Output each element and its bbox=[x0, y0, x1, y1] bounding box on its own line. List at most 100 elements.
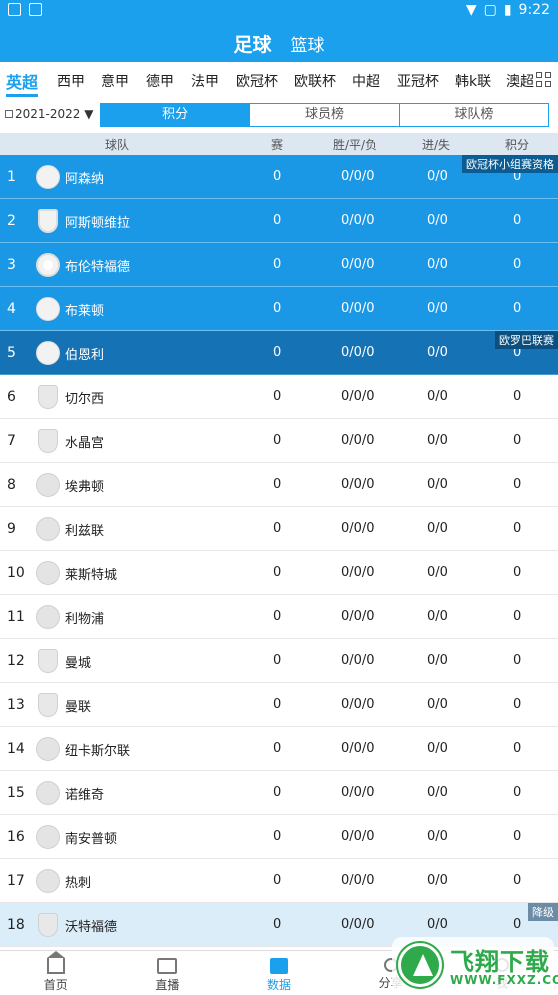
table-row[interactable]: 8 埃弗顿 0 0/0/0 0/0 0 bbox=[0, 463, 558, 507]
league-tab-epl[interactable]: 英超 bbox=[6, 69, 38, 93]
team-name: 诺维奇 bbox=[65, 788, 105, 803]
played-value: 0 bbox=[273, 829, 282, 844]
table-row[interactable]: 16 南安普顿 0 0/0/0 0/0 0 bbox=[0, 815, 558, 859]
row-rank: 16 bbox=[7, 829, 25, 845]
season-selector[interactable]: 2021-2022 ▼ bbox=[5, 107, 93, 121]
table-row[interactable]: 10 莱斯特城 0 0/0/0 0/0 0 bbox=[0, 551, 558, 595]
goals-value: 0/0 bbox=[427, 257, 448, 272]
played-value: 0 bbox=[273, 169, 282, 184]
table-header: 球队 赛 胜/平/负 进/失 积分 bbox=[0, 133, 558, 155]
goals-value: 0/0 bbox=[427, 653, 448, 668]
league-tab-uel[interactable]: 欧联杯 bbox=[294, 71, 336, 91]
segment-standings[interactable]: 积分 bbox=[101, 104, 250, 126]
table-row[interactable]: 1 阿森纳 0 0/0/0 0/0 0 欧冠杯小组赛资格 bbox=[0, 155, 558, 199]
tab-basketball[interactable]: 篮球 bbox=[291, 31, 325, 56]
table-row[interactable]: 4 布莱顿 0 0/0/0 0/0 0 bbox=[0, 287, 558, 331]
goals-value: 0/0 bbox=[427, 565, 448, 580]
sport-switcher: 足球 篮球 bbox=[0, 22, 558, 62]
bar-chart-icon bbox=[269, 958, 288, 974]
team-logo bbox=[36, 561, 60, 585]
home-icon bbox=[46, 951, 65, 974]
table-row[interactable]: 12 曼城 0 0/0/0 0/0 0 bbox=[0, 639, 558, 683]
table-row[interactable]: 5 伯恩利 0 0/0/0 0/0 0 欧罗巴联赛 bbox=[0, 331, 558, 375]
active-tab-indicator bbox=[6, 94, 38, 97]
played-value: 0 bbox=[273, 785, 282, 800]
table-row[interactable]: 13 曼联 0 0/0/0 0/0 0 bbox=[0, 683, 558, 727]
played-value: 0 bbox=[273, 213, 282, 228]
row-rank: 14 bbox=[7, 741, 25, 757]
team-logo bbox=[38, 429, 58, 453]
table-row[interactable]: 7 水晶宫 0 0/0/0 0/0 0 bbox=[0, 419, 558, 463]
tab-home-label: 首页 bbox=[43, 978, 68, 992]
tab-football[interactable]: 足球 bbox=[233, 30, 271, 57]
wdl-value: 0/0/0 bbox=[341, 213, 375, 228]
notification-icon bbox=[8, 3, 21, 16]
dropdown-arrow-icon: ▼ bbox=[84, 107, 94, 121]
table-row[interactable]: 3 布伦特福德 0 0/0/0 0/0 0 bbox=[0, 243, 558, 287]
played-value: 0 bbox=[273, 697, 282, 712]
points-value: 0 bbox=[513, 741, 522, 756]
wdl-value: 0/0/0 bbox=[341, 653, 375, 668]
points-value: 0 bbox=[513, 301, 522, 316]
team-logo bbox=[38, 385, 58, 409]
table-row[interactable]: 2 阿斯顿维拉 0 0/0/0 0/0 0 bbox=[0, 199, 558, 243]
league-tab-ucl[interactable]: 欧冠杯 bbox=[236, 71, 278, 91]
table-row[interactable]: 14 纽卡斯尔联 0 0/0/0 0/0 0 bbox=[0, 727, 558, 771]
team-name: 切尔西 bbox=[65, 392, 105, 407]
goals-value: 0/0 bbox=[427, 477, 448, 492]
team-logo bbox=[36, 869, 60, 893]
team-name: 阿森纳 bbox=[65, 172, 105, 187]
wdl-value: 0/0/0 bbox=[341, 257, 375, 272]
league-tab-ligue1[interactable]: 法甲 bbox=[191, 71, 219, 91]
points-value: 0 bbox=[513, 213, 522, 228]
team-name: 纽卡斯尔联 bbox=[65, 744, 131, 759]
ranking-segment-control: 积分 球员榜 球队榜 bbox=[100, 103, 549, 127]
goals-value: 0/0 bbox=[427, 345, 448, 360]
wdl-value: 0/0/0 bbox=[341, 829, 375, 844]
table-row[interactable]: 6 切尔西 0 0/0/0 0/0 0 bbox=[0, 375, 558, 419]
team-logo bbox=[36, 473, 60, 497]
row-rank: 13 bbox=[7, 697, 25, 713]
table-row[interactable]: 17 热刺 0 0/0/0 0/0 0 bbox=[0, 859, 558, 903]
wdl-value: 0/0/0 bbox=[341, 565, 375, 580]
team-logo bbox=[38, 649, 58, 673]
league-tab-seriea[interactable]: 意甲 bbox=[101, 71, 129, 91]
played-value: 0 bbox=[273, 433, 282, 448]
row-rank: 9 bbox=[7, 521, 16, 537]
wdl-value: 0/0/0 bbox=[341, 389, 375, 404]
team-logo bbox=[36, 825, 60, 849]
wdl-value: 0/0/0 bbox=[341, 873, 375, 888]
table-row[interactable]: 15 诺维奇 0 0/0/0 0/0 0 bbox=[0, 771, 558, 815]
row-rank: 7 bbox=[7, 433, 16, 449]
row-rank: 18 bbox=[7, 917, 25, 933]
league-tab-laliga[interactable]: 西甲 bbox=[57, 71, 85, 91]
goals-value: 0/0 bbox=[427, 829, 448, 844]
video-camera-icon bbox=[157, 958, 178, 974]
points-value: 0 bbox=[513, 257, 522, 272]
tab-home[interactable]: 首页 bbox=[0, 951, 112, 995]
league-tab-bundesliga[interactable]: 德甲 bbox=[146, 71, 174, 91]
league-tab-kleague[interactable]: 韩k联 bbox=[455, 71, 491, 91]
league-tab-acl[interactable]: 亚冠杯 bbox=[397, 71, 439, 91]
league-tab-csl[interactable]: 中超 bbox=[352, 71, 380, 91]
team-name: 水晶宫 bbox=[65, 436, 105, 451]
tab-live[interactable]: 直播 bbox=[112, 951, 224, 995]
wdl-value: 0/0/0 bbox=[341, 697, 375, 712]
grid-menu-icon[interactable] bbox=[536, 72, 552, 88]
wdl-value: 0/0/0 bbox=[341, 169, 375, 184]
league-tab-aleague[interactable]: 澳超 bbox=[506, 71, 534, 91]
tab-data[interactable]: 数据 bbox=[223, 951, 335, 995]
segment-player-rank[interactable]: 球员榜 bbox=[249, 104, 398, 126]
header-wdl: 胜/平/负 bbox=[333, 138, 378, 152]
team-logo bbox=[38, 913, 58, 937]
wdl-value: 0/0/0 bbox=[341, 917, 375, 932]
watermark-url: WWW.FXXZ.COM bbox=[450, 973, 558, 987]
goals-value: 0/0 bbox=[427, 697, 448, 712]
table-row[interactable]: 9 利兹联 0 0/0/0 0/0 0 bbox=[0, 507, 558, 551]
table-row[interactable]: 11 利物浦 0 0/0/0 0/0 0 bbox=[0, 595, 558, 639]
segment-team-rank[interactable]: 球队榜 bbox=[398, 104, 548, 126]
row-rank: 6 bbox=[7, 389, 16, 405]
team-logo bbox=[36, 165, 60, 189]
team-logo bbox=[36, 297, 60, 321]
played-value: 0 bbox=[273, 477, 282, 492]
